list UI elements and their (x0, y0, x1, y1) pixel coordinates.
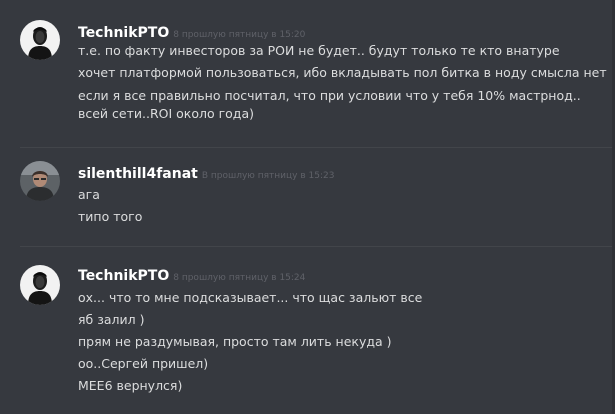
message-timestamp: 8 прошлую пятницу в 15:24 (173, 273, 306, 283)
message-line: ох... что то мне подсказывает... что щас… (78, 290, 423, 305)
message-line: т.е. по факту инвесторов за РОИ не будет… (78, 43, 560, 58)
chat-messages: TechnikPTO 8 прошлую пятницу в 15:20 т.е.… (0, 0, 615, 414)
message-line: если я все правильно посчитал, что при у… (78, 88, 581, 103)
message-author[interactable]: TechnikPTO (78, 25, 169, 41)
message-line: MEE6 вернулся) (78, 378, 183, 393)
message-timestamp: В прошлую пятницу в 15:23 (201, 171, 335, 181)
message-author[interactable]: silenthill4fanat (78, 166, 198, 182)
message-timestamp: 8 прошлую пятницу в 15:20 (173, 30, 306, 40)
message-author[interactable]: TechnikPTO (78, 268, 169, 284)
message-line: типо того (78, 209, 143, 224)
user-avatar-icon[interactable] (20, 265, 60, 305)
message-line: ага (78, 187, 100, 202)
message-line: прям не раздумывая, просто там лить неку… (78, 334, 392, 349)
message-divider (20, 147, 615, 148)
user-avatar-icon[interactable] (20, 20, 60, 60)
user-avatar-icon[interactable] (20, 161, 60, 201)
message-divider (20, 246, 615, 247)
message-header: silenthill4fanat В прошлую пятницу в 15:2… (78, 163, 334, 183)
message-header: TechnikPTO 8 прошлую пятницу в 15:20 (78, 22, 305, 42)
message-line: всей сети..ROI около года) (78, 106, 254, 121)
message-line: яб залил ) (78, 312, 145, 327)
message-header: TechnikPTO 8 прошлую пятницу в 15:24 (78, 265, 305, 285)
message-line: оо..Сергей пришел) (78, 356, 209, 371)
message-line: хочет платформой пользоваться, ибо вклад… (78, 65, 607, 80)
